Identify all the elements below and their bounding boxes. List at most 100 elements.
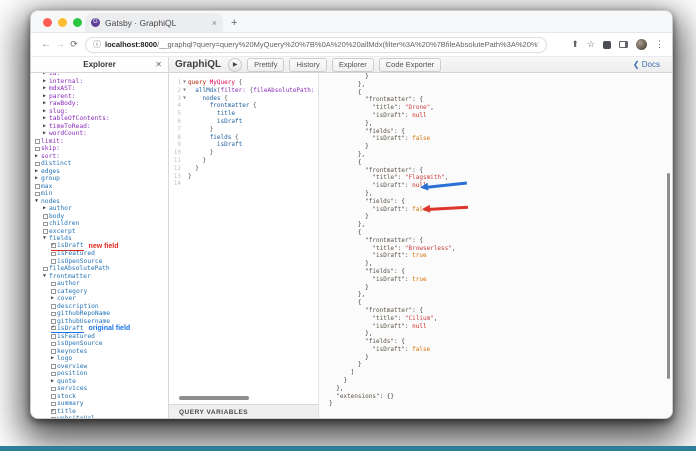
explorer-item-frontmatter[interactable]: ▼ frontmatter (35, 273, 168, 281)
explorer-item-excerpt[interactable]: excerpt (35, 228, 168, 236)
editor-horizontal-scrollbar[interactable] (179, 396, 249, 400)
explorer-item-parent[interactable]: ▶ parent: (35, 93, 168, 101)
explorer-item-slug[interactable]: ▶ slug: (35, 108, 168, 116)
explorer-item-logo[interactable]: ▶ logo (35, 355, 168, 363)
close-window-button[interactable] (43, 18, 52, 27)
menu-kebab-icon[interactable]: ⋮ (655, 39, 664, 50)
checkbox-icon[interactable] (51, 251, 56, 256)
checkbox-icon[interactable] (51, 304, 56, 309)
toolbar-button-code-exporter[interactable]: Code Exporter (378, 57, 442, 72)
explorer-item-category[interactable]: category (35, 288, 168, 296)
checkbox-checked-icon[interactable] (51, 242, 56, 248)
new-tab-button[interactable]: + (231, 17, 237, 29)
checkbox-icon[interactable] (51, 401, 56, 406)
checkbox-icon[interactable] (51, 281, 56, 286)
explorer-item-isFeatured[interactable]: isFeatured (35, 333, 168, 341)
explorer-item-rawBody[interactable]: ▶ rawBody: (35, 100, 168, 108)
profile-avatar[interactable] (636, 39, 647, 50)
explorer-item-description[interactable]: description (35, 303, 168, 311)
site-info-icon[interactable]: ⓘ (93, 39, 101, 50)
explorer-item-tableOfContents[interactable]: ▶ tableOfContents: (35, 115, 168, 123)
query-editor-pane[interactable]: 1 2 3 4 5 6 7 8 9 10 11 12 13 14 ▼ ▼ ▼ query MyQuery { … (169, 73, 319, 418)
checkbox-icon[interactable] (51, 319, 56, 324)
explorer-item-distinct[interactable]: distinct (35, 160, 168, 168)
explorer-item-overview[interactable]: overview (35, 363, 168, 371)
explorer-item-isOpenSource[interactable]: isOpenSource (35, 258, 168, 266)
explorer-item-fileAbsolutePath[interactable]: fileAbsolutePath (35, 265, 168, 273)
explorer-item-author[interactable]: author (35, 280, 168, 288)
query-editor[interactable]: 1 2 3 4 5 6 7 8 9 10 11 12 13 14 ▼ ▼ ▼ query MyQuery { … (169, 73, 318, 404)
docs-button[interactable]: ❮ Docs (633, 60, 666, 69)
checkbox-icon[interactable] (51, 386, 56, 391)
checkbox-icon[interactable] (51, 394, 56, 399)
explorer-item-children[interactable]: children (35, 220, 168, 228)
back-icon[interactable]: ← (39, 39, 53, 50)
explorer-item-timeToRead[interactable]: ▶ timeToRead: (35, 123, 168, 131)
explorer-item-skip[interactable]: skip: (35, 145, 168, 153)
explorer-item-mdxAST[interactable]: ▶ mdxAST: (35, 85, 168, 93)
checkbox-icon[interactable] (51, 349, 56, 354)
minimize-window-button[interactable] (58, 18, 67, 27)
toolbar-button-history[interactable]: History (289, 57, 327, 72)
explorer-item-min[interactable]: min (35, 190, 168, 198)
explorer-item-sort[interactable]: ▶ sort: (35, 153, 168, 161)
checkbox-checked-icon[interactable] (51, 324, 56, 331)
explorer-item-position[interactable]: position (35, 370, 168, 378)
checkbox-icon[interactable] (35, 191, 40, 196)
checkbox-icon[interactable] (35, 161, 40, 166)
code-fold-gutter[interactable]: ▼ ▼ ▼ (181, 79, 188, 404)
checkbox-icon[interactable] (51, 334, 56, 339)
side-panel-icon[interactable] (619, 41, 628, 48)
extensions-puzzle-icon[interactable] (603, 40, 611, 49)
explorer-item-author[interactable]: ▶ author (35, 205, 168, 213)
address-bar[interactable]: ⓘ localhost:8000/__graphql?query=query%2… (85, 36, 547, 53)
explorer-item-internal[interactable]: ▶ internal: (35, 78, 168, 86)
forward-icon[interactable]: → (53, 39, 67, 50)
reload-icon[interactable]: ⟳ (67, 39, 81, 50)
checkbox-icon[interactable] (43, 266, 48, 271)
checkbox-icon[interactable] (51, 341, 56, 346)
explorer-item-limit[interactable]: limit: (35, 138, 168, 146)
explorer-item-body[interactable]: body (35, 213, 168, 221)
checkbox-icon[interactable] (35, 139, 40, 144)
checkbox-icon[interactable] (51, 416, 56, 418)
explorer-item-isFeatured[interactable]: isFeatured (35, 250, 168, 258)
checkbox-icon[interactable] (35, 184, 40, 189)
toolbar-button-explorer[interactable]: Explorer (331, 57, 374, 72)
explorer-item-websiteUrl[interactable]: websiteUrl (35, 415, 168, 418)
results-vertical-scrollbar[interactable] (667, 173, 670, 379)
share-icon[interactable]: ⬆ (571, 39, 579, 50)
explorer-item-wordCount[interactable]: ▶ wordCount: (35, 130, 168, 138)
explorer-item-cover[interactable]: ▶ cover (35, 295, 168, 303)
zoom-window-button[interactable] (73, 18, 82, 27)
explorer-item-githubRepoName[interactable]: githubRepoName (35, 310, 168, 318)
execute-query-button[interactable]: ▶ (228, 57, 243, 72)
checkbox-icon[interactable] (51, 289, 56, 294)
explorer-item-group[interactable]: ▶ group (35, 175, 168, 183)
checkbox-icon[interactable] (51, 364, 56, 369)
checkbox-icon[interactable] (51, 259, 56, 264)
explorer-item-edges[interactable]: ▶ edges (35, 168, 168, 176)
explorer-item-max[interactable]: max (35, 183, 168, 191)
tab-close-icon[interactable]: × (212, 18, 217, 28)
explorer-item-isDraft[interactable]: isDraft original field (35, 324, 168, 333)
explorer-item-keynotes[interactable]: keynotes (35, 348, 168, 356)
checkbox-icon[interactable] (51, 371, 56, 376)
checkbox-icon[interactable] (35, 146, 40, 151)
toolbar-button-prettify[interactable]: Prettify (247, 57, 285, 72)
query-variables-bar[interactable]: QUERY VARIABLES (169, 404, 318, 418)
explorer-item-nodes[interactable]: ▼ nodes (35, 198, 168, 206)
explorer-item-summary[interactable]: summary (35, 400, 168, 408)
checkbox-icon[interactable] (51, 311, 56, 316)
explorer-item-stock[interactable]: stock (35, 393, 168, 401)
explorer-close-icon[interactable]: ✕ (155, 60, 162, 69)
checkbox-icon[interactable] (43, 214, 48, 219)
bookmark-star-icon[interactable]: ☆ (587, 39, 595, 50)
explorer-item-services[interactable]: services (35, 385, 168, 393)
explorer-item-quote[interactable]: ▶ quote (35, 378, 168, 386)
explorer-item-title[interactable]: title (35, 408, 168, 416)
explorer-item-isDraft[interactable]: isDraft new field (35, 242, 168, 251)
checkbox-icon[interactable] (43, 229, 48, 234)
explorer-item-isOpenSource[interactable]: isOpenSource (35, 340, 168, 348)
browser-tab[interactable]: G Gatsby · GraphiQL × (85, 13, 223, 32)
